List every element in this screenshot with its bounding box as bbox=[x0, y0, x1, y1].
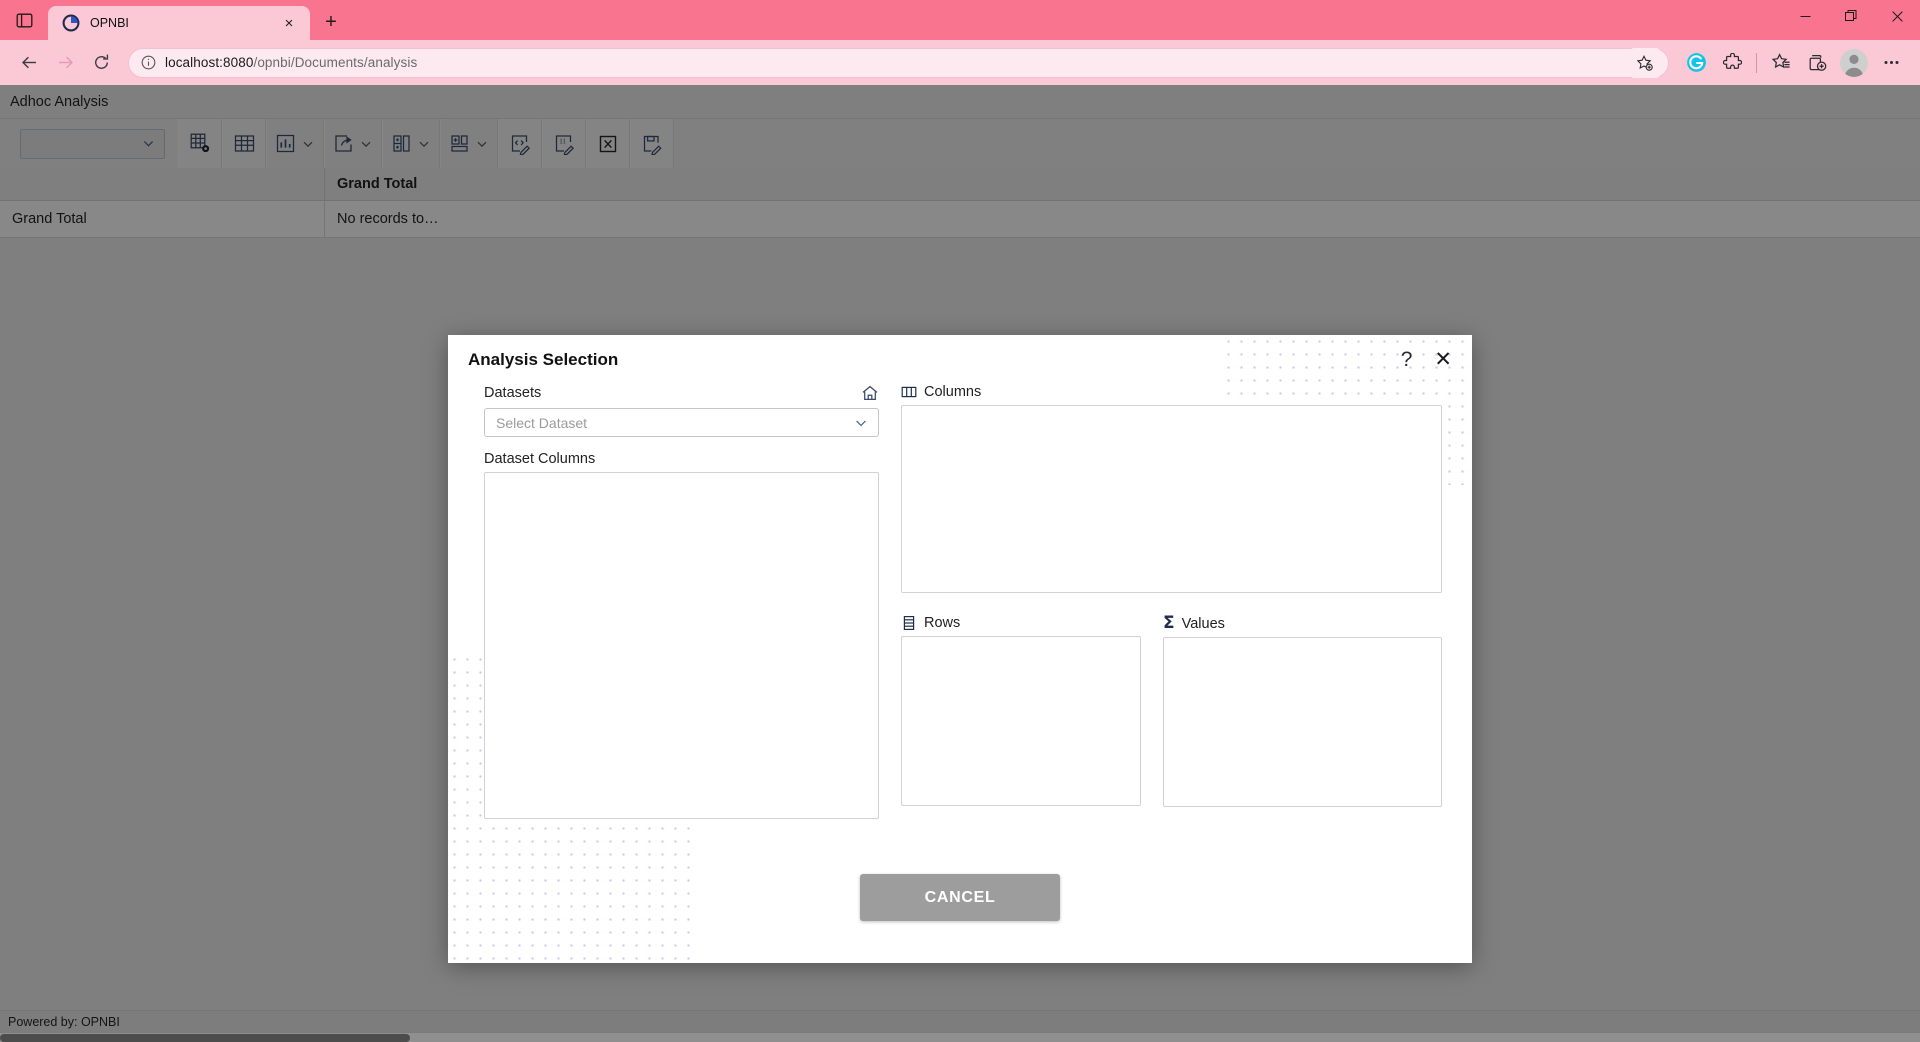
back-button[interactable] bbox=[12, 46, 46, 80]
extensions-icon[interactable] bbox=[1715, 46, 1749, 80]
new-tab-button[interactable]: + bbox=[314, 5, 348, 39]
columns-zone-label: Columns bbox=[924, 384, 982, 400]
url-text: localhost:8080/opnbi/Documents/analysis bbox=[165, 55, 1621, 70]
dialog-header: Analysis Selection ? ✕ bbox=[448, 335, 1472, 370]
close-icon[interactable]: ✕ bbox=[1434, 349, 1452, 370]
grammarly-icon[interactable] bbox=[1679, 46, 1713, 80]
columns-icon bbox=[901, 384, 917, 400]
dataset-select-placeholder: Select Dataset bbox=[496, 414, 588, 431]
rows-zone-label: Rows bbox=[924, 615, 961, 631]
dialog-header-actions: ? ✕ bbox=[1401, 349, 1452, 370]
pivot-zones-panel: Columns Rows Σ Values bbox=[901, 384, 1442, 819]
favorites-icon[interactable] bbox=[1764, 46, 1798, 80]
browser-tab[interactable]: OPNBI × bbox=[48, 6, 310, 40]
url-host: localhost:8080 bbox=[165, 55, 254, 70]
maximize-button[interactable] bbox=[1828, 0, 1874, 32]
dataset-select[interactable]: Select Dataset bbox=[484, 408, 879, 437]
help-icon[interactable]: ? bbox=[1401, 349, 1413, 370]
add-favorite-icon[interactable] bbox=[1630, 47, 1660, 78]
opnbi-logo-icon bbox=[62, 14, 80, 32]
window-controls bbox=[1782, 0, 1920, 32]
app-root: Adhoc Analysis 11 Grand Total Grand Tota… bbox=[0, 85, 1920, 1042]
address-bar[interactable]: localhost:8080/opnbi/Documents/analysis bbox=[128, 47, 1669, 78]
rows-values-row: Rows Σ Values bbox=[901, 615, 1442, 807]
datasets-label: Datasets bbox=[484, 385, 542, 401]
dialog-title: Analysis Selection bbox=[468, 349, 619, 369]
values-zone-header: Σ Values bbox=[1163, 615, 1442, 632]
browser-titlebar: OPNBI × + bbox=[0, 0, 1920, 40]
rows-icon bbox=[901, 615, 917, 631]
forward-button[interactable] bbox=[48, 46, 82, 80]
settings-more-icon[interactable] bbox=[1874, 46, 1908, 80]
datasets-label-row: Datasets bbox=[484, 384, 879, 402]
cancel-button[interactable]: CANCEL bbox=[860, 874, 1060, 921]
dataset-columns-list[interactable] bbox=[484, 472, 879, 819]
dialog-body: Datasets Select Dataset Dataset Columns bbox=[448, 370, 1472, 819]
rows-zone-header: Rows bbox=[901, 615, 1141, 631]
chevron-down-icon[interactable] bbox=[853, 415, 869, 431]
rows-dropzone[interactable] bbox=[901, 636, 1141, 806]
sigma-icon: Σ bbox=[1163, 613, 1175, 633]
analysis-selection-dialog: Analysis Selection ? ✕ Datasets Select D… bbox=[448, 335, 1472, 963]
values-zone: Σ Values bbox=[1163, 615, 1442, 807]
home-icon[interactable] bbox=[861, 384, 879, 402]
datasets-panel: Datasets Select Dataset Dataset Columns bbox=[484, 384, 879, 819]
rows-zone: Rows bbox=[901, 615, 1141, 807]
toolbar-divider bbox=[1756, 52, 1757, 73]
collections-icon[interactable] bbox=[1800, 46, 1834, 80]
values-dropzone[interactable] bbox=[1163, 637, 1442, 807]
minimize-button[interactable] bbox=[1782, 0, 1828, 32]
values-zone-label: Values bbox=[1181, 615, 1225, 632]
tab-search-icon[interactable] bbox=[0, 0, 48, 40]
dataset-columns-label: Dataset Columns bbox=[484, 451, 596, 467]
browser-toolbar: localhost:8080/opnbi/Documents/analysis bbox=[0, 40, 1920, 85]
info-icon[interactable] bbox=[141, 55, 156, 70]
close-icon[interactable]: × bbox=[278, 12, 300, 34]
columns-dropzone[interactable] bbox=[901, 405, 1442, 593]
close-window-button[interactable] bbox=[1874, 0, 1920, 32]
columns-zone-header: Columns bbox=[901, 384, 1442, 400]
reload-button[interactable] bbox=[84, 46, 118, 80]
dialog-footer: CANCEL bbox=[448, 874, 1472, 921]
url-path: /opnbi/Documents/analysis bbox=[253, 55, 418, 70]
profile-avatar-icon[interactable] bbox=[1840, 48, 1868, 77]
tab-title: OPNBI bbox=[90, 16, 129, 30]
